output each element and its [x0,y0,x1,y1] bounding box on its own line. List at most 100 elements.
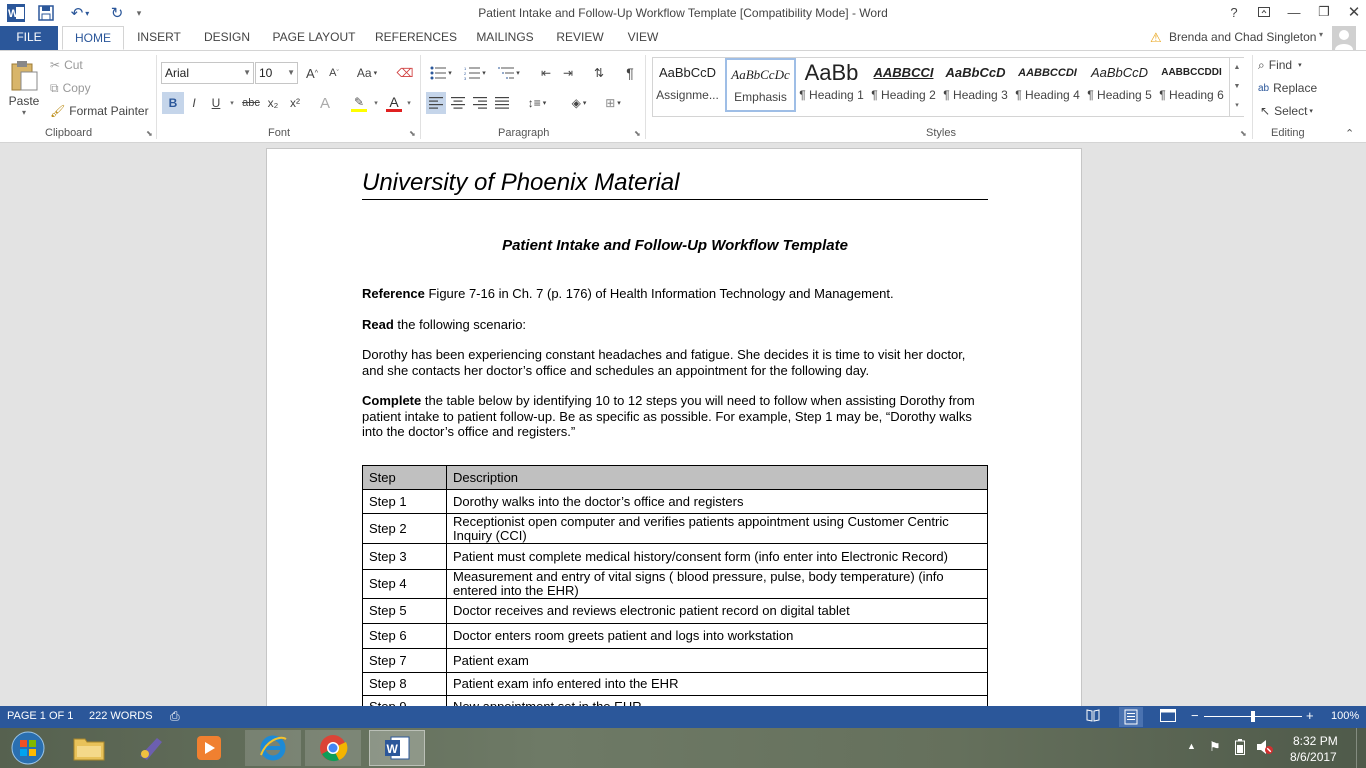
justify-button[interactable] [492,92,512,114]
zoom-level[interactable]: 100% [1331,710,1359,722]
restore-icon[interactable]: ❐ [1309,0,1339,24]
word-taskbar-icon[interactable]: W [369,730,425,766]
description-cell[interactable]: New appointment set in the EHR [446,695,988,706]
increase-indent-icon[interactable]: ⇥ [558,63,578,83]
clock-date[interactable]: 8/6/2017 [1290,750,1337,764]
description-cell[interactable]: Patient exam [446,648,988,673]
underline-chevron-icon[interactable]: ▾ [227,92,237,114]
style-heading-3[interactable]: AaBbCcD ¶ Heading 3 [940,58,1011,112]
decrease-indent-icon[interactable]: ⇤ [536,63,556,83]
superscript-button[interactable]: x² [285,92,305,114]
internet-explorer-icon[interactable] [245,730,301,766]
styles-scroll-down-icon[interactable]: ▼ [1234,77,1241,96]
description-cell[interactable]: Patient must complete medical history/co… [446,543,988,570]
show-desktop-button[interactable] [1356,728,1366,768]
visual-studio-icon[interactable] [123,730,179,766]
style-heading-1[interactable]: AaBb ¶ Heading 1 [796,58,867,112]
align-center-button[interactable] [448,92,468,114]
highlight-chevron-icon[interactable]: ▾ [372,92,380,114]
help-button[interactable]: ? [1219,0,1249,24]
tab-file[interactable]: FILE [0,26,58,50]
zoom-out-icon[interactable]: − [1191,708,1199,723]
multilevel-list-button[interactable]: ▾ [494,63,524,83]
collapse-ribbon-icon[interactable]: ⌃ [1345,127,1354,140]
grow-font-button[interactable]: A ^ [302,63,322,83]
proofing-icon[interactable]: ⎙ [170,709,180,724]
strikethrough-button[interactable]: abc [240,92,262,114]
paste-button[interactable]: Paste ▾ [4,55,44,121]
tab-insert[interactable]: INSERT [130,26,188,50]
font-family-combo[interactable]: Arial ▼ [161,62,254,84]
step-cell[interactable]: Step 7 [362,648,447,673]
style-heading-2[interactable]: AABBCCI ¶ Heading 2 [868,58,939,112]
align-left-button[interactable] [426,92,446,114]
zoom-in-icon[interactable]: + [1306,708,1314,723]
step-cell[interactable]: Step 5 [362,598,447,624]
tab-references[interactable]: REFERENCES [372,26,460,50]
tab-review[interactable]: REVIEW [550,26,610,50]
description-cell[interactable]: Dorothy walks into the doctor’s office a… [446,489,988,514]
user-name[interactable]: Brenda and Chad Singleton [1169,30,1316,44]
style-assignment[interactable]: AaBbCcD Assignme... [652,58,723,112]
text-effects-button[interactable]: A [315,92,335,114]
close-icon[interactable]: ✕ [1339,0,1366,24]
description-cell[interactable]: Doctor enters room greets patient and lo… [446,623,988,649]
step-cell[interactable]: Step 2 [362,513,447,544]
step-cell[interactable]: Step 1 [362,489,447,514]
user-menu-chevron-icon[interactable]: ▾ [1319,30,1323,39]
italic-button[interactable]: I [184,92,204,114]
shrink-font-button[interactable]: Aˇ [324,63,344,83]
format-painter-button[interactable]: 🖌 Format Painter [50,101,149,121]
web-layout-icon[interactable] [1160,709,1176,725]
tab-mailings[interactable]: MAILINGS [468,26,542,50]
ribbon-display-options-icon[interactable] [1249,0,1279,24]
clipboard-launcher-icon[interactable]: ⬊ [146,129,153,138]
description-cell[interactable]: Receptionist open computer and verifies … [446,513,988,544]
change-case-button[interactable]: Aa ▾ [352,63,382,83]
battery-icon[interactable] [1235,739,1245,758]
copy-button[interactable]: ⧉ Copy [50,78,91,98]
clear-formatting-icon[interactable]: ⌫ [394,63,416,83]
file-explorer-icon[interactable] [61,730,117,766]
chrome-icon[interactable] [305,730,361,766]
action-center-flag-icon[interactable]: ⚑ [1209,739,1221,755]
find-button[interactable]: ⌕ Find ▾ [1258,55,1302,75]
step-cell[interactable]: Step 4 [362,569,447,599]
line-spacing-button[interactable]: ↕≡ ▾ [522,92,552,114]
show-hidden-icons-icon[interactable]: ▲ [1187,741,1196,751]
avatar[interactable] [1332,26,1356,50]
sort-icon[interactable]: ⇅ [588,63,610,83]
styles-scroll-up-icon[interactable]: ▲ [1234,58,1241,77]
shading-button[interactable]: ◈ ▾ [564,92,594,114]
tab-home[interactable]: HOME [62,26,124,50]
styles-launcher-icon[interactable]: ⬊ [1240,129,1247,138]
bullets-button[interactable]: ▾ [426,63,456,83]
page-count[interactable]: PAGE 1 OF 1 [7,710,73,722]
style-heading-6[interactable]: AABBCCDDI ¶ Heading 6 [1156,58,1227,112]
font-color-button[interactable]: A [383,92,405,114]
tab-design[interactable]: DESIGN [196,26,258,50]
clock-time[interactable]: 8:32 PM [1293,734,1338,748]
print-layout-button[interactable] [1119,707,1143,727]
bold-button[interactable]: B [162,92,184,114]
tab-page-layout[interactable]: PAGE LAYOUT [266,26,362,50]
description-cell[interactable]: Measurement and entry of vital signs ( b… [446,569,988,599]
paragraph-launcher-icon[interactable]: ⬊ [634,129,641,138]
description-cell[interactable]: Patient exam info entered into the EHR [446,672,988,696]
align-right-button[interactable] [470,92,490,114]
select-button[interactable]: ↖ Select ▾ [1260,101,1313,121]
highlight-color-button[interactable]: ✎ [347,92,371,114]
style-emphasis[interactable]: AaBbCcDc Emphasis [725,58,796,112]
zoom-slider-thumb[interactable] [1251,711,1255,722]
media-player-icon[interactable] [181,730,237,766]
minimize-icon[interactable]: — [1279,0,1309,24]
volume-muted-icon[interactable] [1256,739,1274,758]
styles-more-icon[interactable]: ▾ [1235,96,1239,115]
description-cell[interactable]: Doctor receives and reviews electronic p… [446,598,988,624]
subscript-button[interactable]: x₂ [263,92,283,114]
step-cell[interactable]: Step 8 [362,672,447,696]
font-launcher-icon[interactable]: ⬊ [409,129,416,138]
style-heading-4[interactable]: AABBCCDI ¶ Heading 4 [1012,58,1083,112]
step-cell[interactable]: Step 6 [362,623,447,649]
read-mode-icon[interactable] [1086,709,1100,725]
